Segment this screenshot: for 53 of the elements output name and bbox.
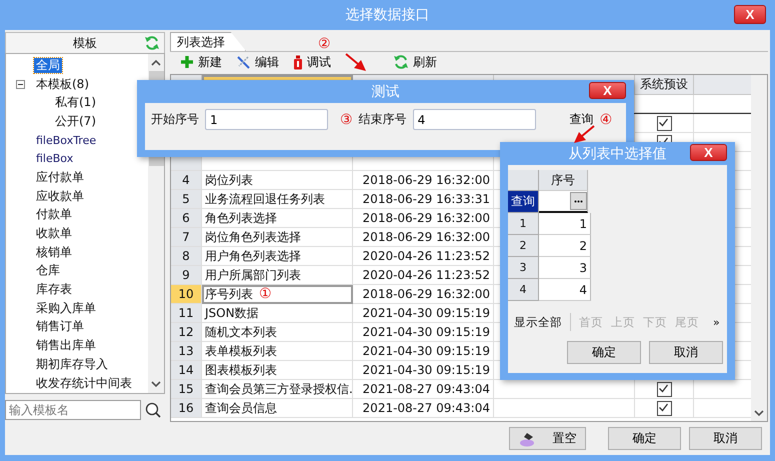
- table-cell: 2021-04-30 09:15:19: [353, 304, 494, 323]
- dialog-title: 从列表中选择值: [568, 144, 666, 162]
- row-number: 11: [171, 304, 202, 323]
- table-cell: 2021-04-30 09:15:19: [353, 361, 494, 380]
- table-cell: 2018-06-29 16:33:31: [353, 190, 494, 209]
- dialog-title: 测试: [372, 82, 400, 100]
- row-number: 12: [171, 323, 202, 342]
- table-cell: 业务流程回退任务列表: [202, 190, 353, 209]
- table-cell: 2018-06-29 16:32:00: [353, 209, 494, 228]
- table-cell: 角色列表选择: [202, 209, 353, 228]
- table-cell: 2021-04-30 09:15:19: [353, 342, 494, 361]
- row-number: 8: [171, 247, 202, 266]
- table-cell: 用户所属部门列表: [202, 266, 353, 285]
- table-cell: 随机文本列表: [202, 323, 353, 342]
- table-cell: 查询会员第三方登录授权信.: [202, 380, 353, 399]
- row-number: 15: [171, 380, 202, 399]
- row-number: 13: [171, 342, 202, 361]
- panel-title: 模板: [73, 34, 97, 52]
- annotation-number: ②: [318, 36, 331, 52]
- field-label: 结束序号: [358, 111, 407, 128]
- table-cell: 2020-04-26 11:23:52: [353, 247, 494, 266]
- row-number: 2: [508, 235, 539, 257]
- row-number: 4: [171, 171, 202, 190]
- row-number: 3: [508, 257, 539, 279]
- row-number: 6: [171, 209, 202, 228]
- table-cell: 2018-06-29 16:32:00: [353, 285, 494, 304]
- table-cell: 图表模板列表: [202, 361, 353, 380]
- table-cell: 2021-08-27 09:43:04: [353, 399, 494, 418]
- table-cell: 表单模板列表: [202, 342, 353, 361]
- table-cell: 2021-04-30 09:15:19: [353, 323, 494, 342]
- annotation-number: ④: [600, 112, 612, 128]
- table-cell: 用户角色列表选择: [202, 247, 353, 266]
- row-number: 7: [171, 228, 202, 247]
- row-number: 1: [508, 213, 539, 235]
- table-cell: 2018-06-29 16:32:00: [353, 171, 494, 190]
- window-title: 选择数据接口: [346, 6, 430, 24]
- query-label: 查询: [508, 191, 539, 213]
- table-cell: 2021-08-27 09:43:04: [353, 380, 494, 399]
- row-number: 14: [171, 361, 202, 380]
- row-number: 9: [171, 266, 202, 285]
- table-cell: 岗位列表: [202, 171, 353, 190]
- table-cell: 岗位角色列表选择: [202, 228, 353, 247]
- table-cell: 查询会员信息: [202, 399, 353, 418]
- field-label: 开始序号: [151, 111, 199, 128]
- table-cell: JSON数据: [202, 304, 353, 323]
- table-cell: 序号列表 ①: [202, 285, 353, 304]
- row-number: 10: [171, 285, 202, 304]
- row-number: 5: [171, 190, 202, 209]
- table-cell: 2018-06-29 16:32:00: [353, 228, 494, 247]
- row-number: 4: [508, 279, 539, 301]
- annotation-number: ③: [340, 112, 353, 128]
- table-cell: 2020-04-26 11:23:52: [353, 266, 494, 285]
- row-number: 16: [171, 399, 202, 418]
